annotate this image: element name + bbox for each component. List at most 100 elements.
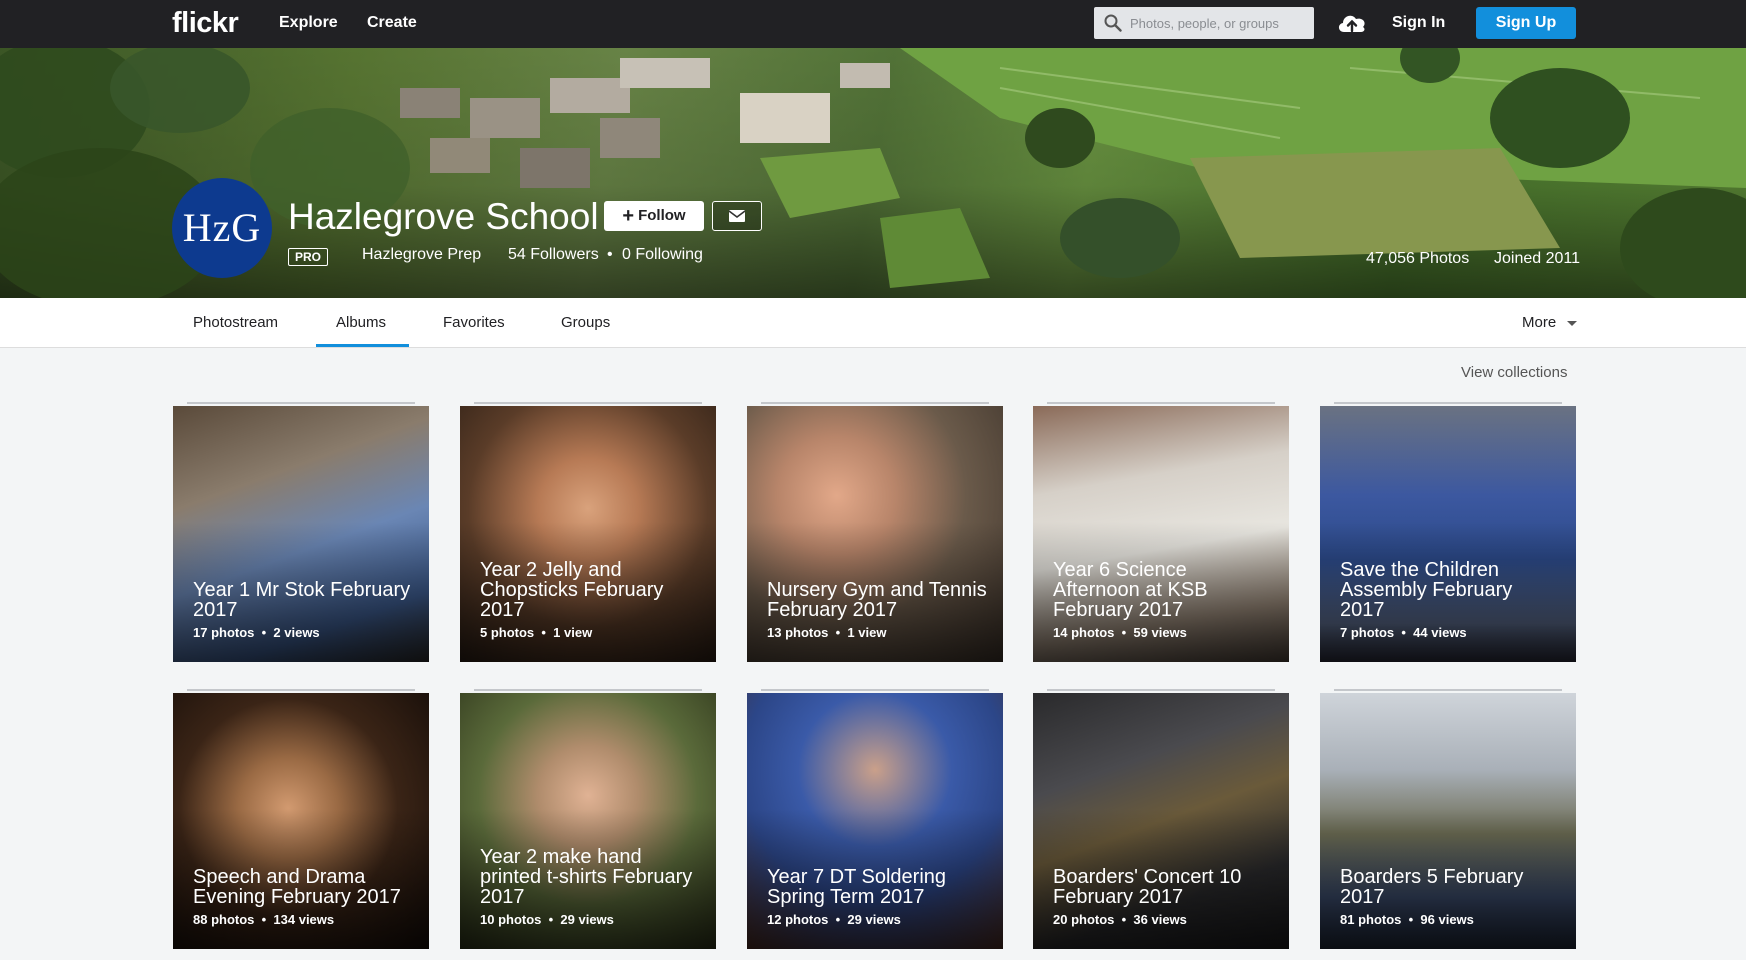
- album-title: Year 7 DT Soldering Spring Term 2017: [767, 866, 947, 908]
- album-title: Year 2 Jelly and Chopsticks February 201…: [480, 559, 664, 621]
- pro-badge: PRO: [288, 248, 329, 266]
- profile-real-name: Hazlegrove Prep: [362, 246, 482, 263]
- album-view-count: 1 view: [553, 625, 593, 640]
- album-view-count: 29 views: [847, 912, 901, 927]
- album-meta: 88 photos • 134 views: [193, 912, 334, 927]
- search-icon: [1104, 14, 1122, 32]
- album-view-count: 36 views: [1133, 912, 1187, 927]
- upload-cloud-icon[interactable]: [1336, 10, 1368, 36]
- album-stack-edge: [187, 402, 415, 404]
- album-stack-edge: [474, 402, 702, 404]
- album-photo-count: 12 photos: [767, 912, 829, 927]
- message-button[interactable]: [712, 201, 762, 231]
- album-title: Speech and Drama Evening February 2017: [193, 866, 401, 908]
- album-photo-count: 88 photos: [193, 912, 255, 927]
- album-card[interactable]: Year 2 make hand printed t-shirts Februa…: [460, 693, 716, 949]
- cover-landscape-image: [0, 48, 1746, 298]
- album-view-count: 1 view: [847, 625, 887, 640]
- album-stack-edge: [187, 689, 415, 691]
- meta-separator: •: [534, 625, 554, 640]
- separator-dot: •: [607, 246, 613, 263]
- album-photo-count: 5 photos: [480, 625, 535, 640]
- album-meta: 81 photos • 96 views: [1340, 912, 1474, 927]
- album-photo-count: 7 photos: [1340, 625, 1395, 640]
- album-card[interactable]: Year 1 Mr Stok February 2017 17 photos • …: [173, 406, 429, 662]
- meta-separator: •: [1114, 625, 1134, 640]
- album-photo-count: 13 photos: [767, 625, 829, 640]
- album-card[interactable]: Save the Children Assembly February 2017…: [1320, 406, 1576, 662]
- album-title: Year 1 Mr Stok February 2017: [193, 579, 411, 621]
- explore-link[interactable]: Explore: [279, 14, 338, 32]
- album-title: Year 6 Science Afternoon at KSB February…: [1053, 559, 1208, 621]
- active-tab-indicator: [316, 344, 409, 347]
- search-box[interactable]: [1094, 7, 1314, 39]
- album-photo-count: 14 photos: [1053, 625, 1115, 640]
- plus-icon: +: [622, 204, 635, 227]
- photo-count: 47,056 Photos: [1366, 250, 1470, 267]
- album-stack-edge: [1334, 689, 1562, 691]
- meta-separator: •: [1401, 912, 1421, 927]
- album-view-count: 44 views: [1413, 625, 1467, 640]
- flickr-logo[interactable]: flickr: [172, 7, 239, 40]
- album-stack-edge: [761, 689, 989, 691]
- album-meta: 13 photos • 1 view: [767, 625, 886, 640]
- profile-name: Hazlegrove School: [288, 196, 599, 237]
- meta-separator: •: [541, 912, 561, 927]
- album-photo-count: 81 photos: [1340, 912, 1402, 927]
- more-menu[interactable]: More: [1522, 314, 1556, 331]
- sign-in-link[interactable]: Sign In: [1392, 14, 1445, 32]
- album-view-count: 2 views: [273, 625, 320, 640]
- album-meta: 17 photos • 2 views: [193, 625, 320, 640]
- meta-separator: •: [828, 912, 848, 927]
- album-card[interactable]: Speech and Drama Evening February 2017 88…: [173, 693, 429, 949]
- meta-separator: •: [828, 625, 848, 640]
- sign-up-button[interactable]: Sign Up: [1476, 7, 1576, 39]
- meta-separator: •: [1394, 625, 1414, 640]
- album-view-count: 29 views: [560, 912, 614, 927]
- joined-date: Joined 2011: [1494, 250, 1580, 267]
- cover-photo: HzG: [0, 48, 1746, 298]
- album-title: Save the Children Assembly February 2017: [1340, 559, 1513, 621]
- album-card[interactable]: Boarders 5 February 2017 81 photos • 96 v…: [1320, 693, 1576, 949]
- album-stack-edge: [1047, 689, 1275, 691]
- album-stack-edge: [761, 402, 989, 404]
- meta-separator: •: [1114, 912, 1134, 927]
- caret-down-icon[interactable]: [1567, 321, 1577, 326]
- view-collections-link[interactable]: View collections: [1461, 364, 1567, 381]
- followers-link[interactable]: 54 Followers: [508, 246, 599, 264]
- following-link[interactable]: 0 Following: [622, 246, 703, 264]
- album-meta: 20 photos • 36 views: [1053, 912, 1187, 927]
- album-stack-edge: [1334, 402, 1562, 404]
- tab-photostream[interactable]: Photostream: [193, 314, 278, 331]
- album-meta: 7 photos • 44 views: [1340, 625, 1467, 640]
- album-meta: 5 photos • 1 view: [480, 625, 592, 640]
- album-stack-edge: [1047, 402, 1275, 404]
- album-title: Year 2 make hand printed t-shirts Februa…: [480, 846, 693, 908]
- album-meta: 12 photos • 29 views: [767, 912, 901, 927]
- album-photo-count: 20 photos: [1053, 912, 1115, 927]
- album-card[interactable]: Boarders' Concert 10 February 2017 20 pho…: [1033, 693, 1289, 949]
- tab-albums[interactable]: Albums: [336, 314, 386, 331]
- album-meta: 14 photos • 59 views: [1053, 625, 1187, 640]
- album-photo-count: 17 photos: [193, 625, 255, 640]
- meta-separator: •: [254, 625, 274, 640]
- album-card[interactable]: Nursery Gym and Tennis February 2017 13 p…: [747, 406, 1003, 662]
- album-photo-count: 10 photos: [480, 912, 542, 927]
- tab-favorites[interactable]: Favorites: [443, 314, 505, 331]
- album-card[interactable]: Year 2 Jelly and Chopsticks February 201…: [460, 406, 716, 662]
- tab-groups[interactable]: Groups: [561, 314, 610, 331]
- album-card[interactable]: Year 6 Science Afternoon at KSB February…: [1033, 406, 1289, 662]
- album-card[interactable]: Year 7 DT Soldering Spring Term 2017 12 p…: [747, 693, 1003, 949]
- album-view-count: 59 views: [1133, 625, 1187, 640]
- album-meta: 10 photos • 29 views: [480, 912, 614, 927]
- search-input[interactable]: [1130, 7, 1310, 39]
- album-view-count: 134 views: [273, 912, 335, 927]
- create-link[interactable]: Create: [367, 14, 417, 32]
- top-navigation-bar: flickr Explore Create Sign In Sign Up: [0, 0, 1746, 48]
- follow-label: Follow: [638, 206, 686, 224]
- album-title: Nursery Gym and Tennis February 2017: [767, 579, 987, 621]
- album-view-count: 96 views: [1420, 912, 1474, 927]
- follow-button[interactable]: + Follow: [604, 201, 704, 231]
- meta-separator: •: [254, 912, 274, 927]
- avatar[interactable]: HzG: [172, 178, 272, 278]
